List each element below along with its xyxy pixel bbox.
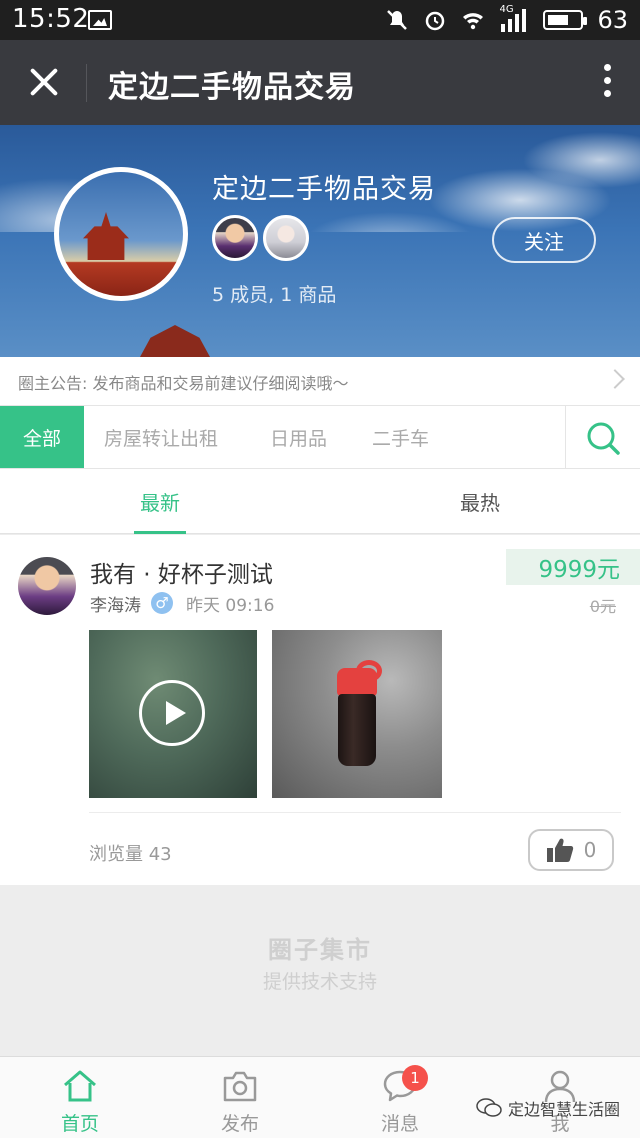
card-divider [89,812,621,813]
footer-support: 提供技术支持 [262,971,377,993]
group-stats: 5 成员, 1 商品 [212,284,337,306]
view-count: 浏览量 43 [89,844,172,865]
footer-brand: 圈子集市 [268,936,372,964]
status-time: 15:52 [12,4,90,34]
watermark-text: 定边智慧生活圈 [508,1100,621,1119]
group-name: 定边二手物品交易 [212,174,436,205]
footer: 圈子集市 提供技术支持 [0,885,640,1056]
category-divider [565,406,566,468]
like-count: 0 [583,838,597,862]
nav-messages[interactable]: 消息 [320,1057,480,1138]
nav-publish[interactable]: 发布 [160,1057,320,1138]
mute-icon [387,10,408,30]
announcement-text: 圈主公告: 发布商品和交易前建议仔细阅读哦～ [18,374,349,393]
nav-publish-label: 发布 [220,1113,259,1135]
follow-button[interactable]: 关注 [492,217,596,263]
listing-price: 9999元 [506,549,640,585]
status-bar: 15:52 4G 63 [0,0,640,40]
status-icons: 4G 63 [385,4,628,36]
title-divider [86,64,87,102]
post-time: 昨天 09:16 [186,596,275,616]
nav-home-label: 首页 [60,1113,99,1135]
listing-title[interactable]: 我有 · 好杯子测试 [90,555,273,589]
member-avatar[interactable] [212,215,258,261]
chevron-right-icon [605,369,625,389]
battery-icon [543,10,588,30]
member-avatar[interactable] [263,215,309,261]
signal-icon: 4G [499,4,529,32]
home-icon [64,1070,96,1102]
camera-icon [223,1071,257,1102]
category-tab-all[interactable]: 全部 [0,406,84,468]
category-tab-daily-goods[interactable]: 日用品 [270,406,327,468]
group-banner: 定边二手物品交易 5 成员, 1 商品 关注 [0,125,640,357]
page-title: 定边二手物品交易 [108,70,356,105]
nav-home[interactable]: 首页 [0,1057,160,1138]
nav-messages-label: 消息 [380,1113,419,1135]
watermark: 定边智慧生活圈 [476,1096,620,1120]
like-button[interactable]: 0 [528,829,614,871]
image-notification-icon [88,10,112,30]
category-tabs: 全部 房屋转让出租 日用品 二手车 [0,405,640,469]
battery-level: 63 [597,6,628,34]
active-tab-indicator [134,531,186,534]
author-name[interactable]: 李海涛 [90,591,141,616]
play-icon[interactable] [139,680,205,746]
title-bar: 定边二手物品交易 [0,40,640,125]
sort-tab-newest[interactable]: 最新 [0,469,320,533]
thumbs-up-icon [546,838,573,862]
sort-tabs: 最新 最热 [0,469,640,534]
banner-roof-decoration [140,325,210,357]
video-thumbnail[interactable] [89,630,257,798]
author-avatar[interactable] [18,557,76,615]
product-photo[interactable] [272,630,442,798]
category-tab-housing[interactable]: 房屋转让出租 [104,406,218,468]
group-avatar[interactable] [54,167,188,301]
more-icon[interactable] [604,64,612,102]
sort-tab-hottest[interactable]: 最热 [320,469,640,533]
announcement-bar[interactable]: 圈主公告: 发布商品和交易前建议仔细阅读哦～ [0,357,640,405]
category-tab-used-cars[interactable]: 二手车 [372,406,429,468]
alarm-icon [426,11,445,31]
wechat-icon [476,1098,502,1117]
wifi-icon [463,13,484,30]
male-icon: ♂ [151,592,173,614]
search-icon[interactable] [585,420,621,456]
close-icon[interactable] [24,62,64,102]
network-type: 4G [499,4,514,15]
message-badge: 1 [402,1065,428,1091]
original-price: 0元 [589,597,616,616]
listing-card[interactable]: 我有 · 好杯子测试 李海涛 ♂ 昨天 09:16 9999元 0元 浏览量 4… [0,535,640,885]
